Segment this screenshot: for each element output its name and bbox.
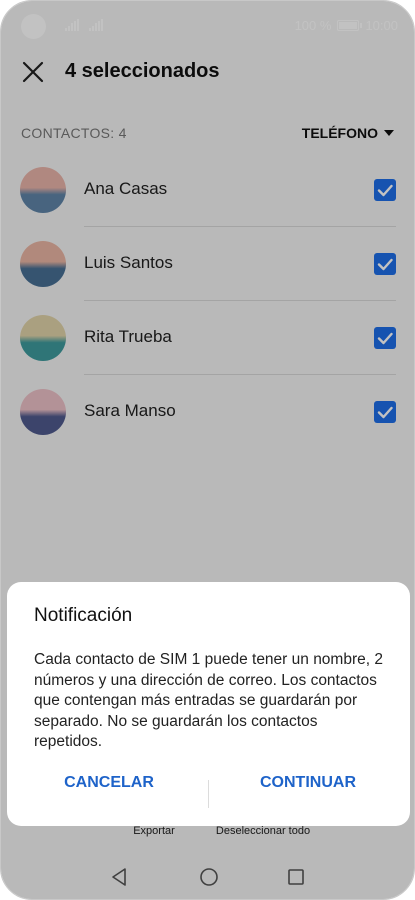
dialog-message: Cada contacto de SIM 1 puede tener un no… — [34, 651, 383, 750]
phone-frame: 100 % 10:00 4 seleccionados CONTACTOS: 4… — [0, 0, 415, 900]
dialog-title: Notificación — [34, 605, 133, 626]
continue-button[interactable]: CONTINUAR — [208, 774, 408, 792]
screen: 100 % 10:00 4 seleccionados CONTACTOS: 4… — [1, 1, 414, 899]
notification-dialog: Notificación Cada contacto de SIM 1 pued… — [7, 582, 410, 826]
cancel-button[interactable]: CANCELAR — [9, 774, 209, 792]
